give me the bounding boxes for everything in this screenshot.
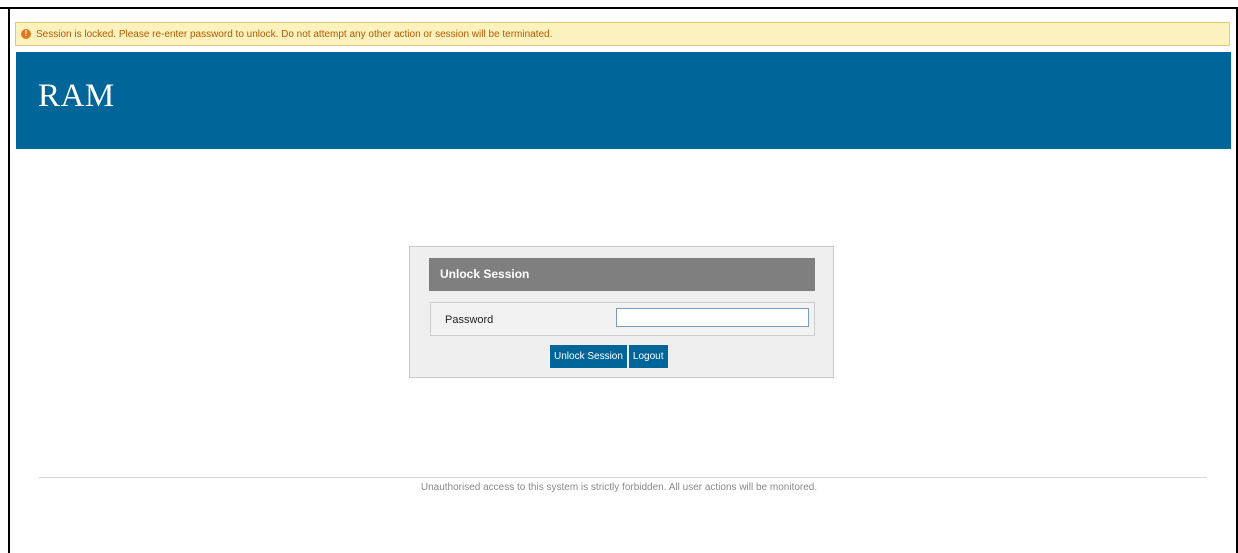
footer-divider bbox=[39, 477, 1207, 478]
app-title: RAM bbox=[38, 78, 115, 114]
password-row: Password bbox=[430, 302, 815, 336]
logout-button[interactable]: Logout bbox=[628, 345, 668, 368]
button-row: Unlock Session Logout bbox=[550, 345, 668, 368]
password-input[interactable] bbox=[616, 308, 809, 327]
warning-icon: ! bbox=[21, 29, 31, 39]
alert-message: Session is locked. Please re-enter passw… bbox=[36, 28, 553, 40]
app-header: RAM bbox=[16, 52, 1231, 149]
unlock-session-button[interactable]: Unlock Session bbox=[550, 345, 627, 368]
window-left-border bbox=[8, 9, 10, 553]
session-locked-alert: ! Session is locked. Please re-enter pas… bbox=[15, 22, 1230, 46]
window-top-border bbox=[0, 0, 1238, 9]
footer-notice: Unauthorised access to this system is st… bbox=[420, 482, 818, 493]
panel-title: Unlock Session bbox=[429, 258, 815, 291]
password-label: Password bbox=[445, 314, 494, 326]
unlock-session-panel: Unlock Session Password Unlock Session L… bbox=[409, 246, 834, 378]
